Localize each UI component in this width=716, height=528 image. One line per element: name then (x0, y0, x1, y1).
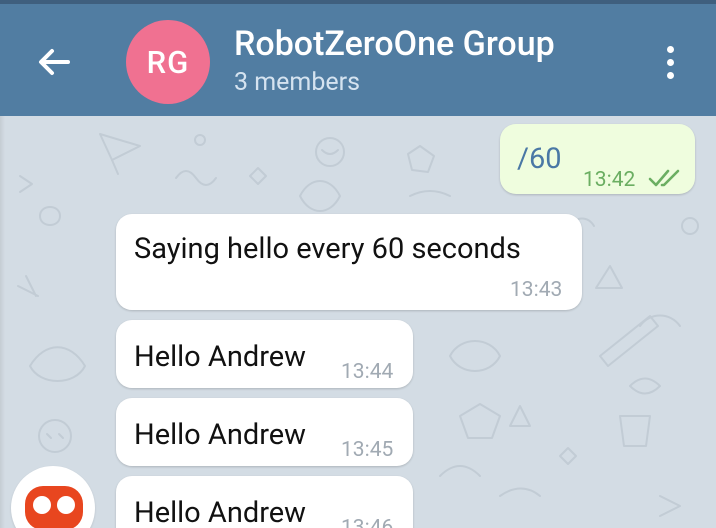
arrow-left-icon (39, 49, 70, 75)
back-button[interactable] (28, 36, 80, 88)
group-avatar-initials: RG (146, 43, 190, 81)
message-text: Hello Andrew (134, 496, 306, 528)
message-time: 13:44 (341, 360, 394, 384)
message-text: Hello Andrew (134, 340, 306, 374)
incoming-message[interactable]: Hello Andrew 13:46 (116, 476, 413, 528)
message-time: 13:42 (583, 168, 636, 192)
more-menu-button[interactable] (650, 36, 690, 88)
incoming-message[interactable]: Hello Andrew 13:45 (116, 398, 413, 466)
incoming-message[interactable]: Hello Andrew 13:44 (116, 320, 413, 388)
message-list[interactable]: /60 13:42 Saying hello every 60 seconds … (0, 116, 716, 528)
message-text: /60 (517, 142, 562, 176)
menu-dot (666, 45, 674, 53)
menu-dot (666, 58, 674, 66)
double-check-icon (648, 169, 680, 187)
message-text: Saying hello every 60 seconds (134, 232, 521, 266)
group-avatar[interactable]: RG (126, 20, 210, 104)
group-title[interactable]: RobotZeroOne Group (234, 24, 555, 64)
menu-dot (666, 71, 674, 79)
member-count[interactable]: 3 members (234, 68, 360, 97)
outgoing-message[interactable]: /60 13:42 (500, 124, 695, 194)
message-text: Hello Andrew (134, 418, 306, 452)
chat-header: RG RobotZeroOne Group 3 members (0, 4, 716, 116)
chat-left-edge (0, 116, 5, 528)
message-time: 13:46 (341, 516, 394, 528)
message-time: 13:43 (510, 278, 563, 302)
message-time: 13:45 (341, 438, 394, 462)
incoming-message[interactable]: Saying hello every 60 seconds 13:43 (116, 214, 582, 310)
